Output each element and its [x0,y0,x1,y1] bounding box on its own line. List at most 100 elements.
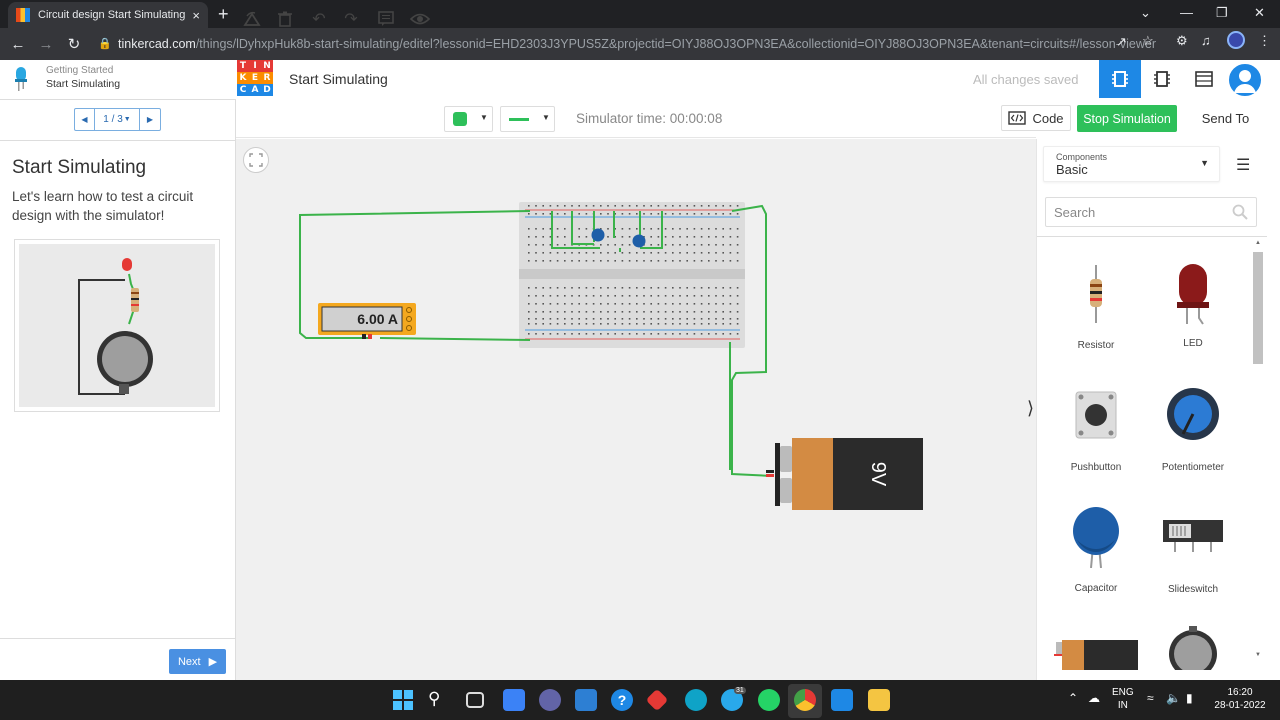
component-label: Pushbutton [1070,462,1122,473]
component-list-view-button[interactable] [1183,60,1225,98]
led-lesson-icon [15,67,27,91]
telegram-badge: 31 [734,687,746,694]
reload-icon[interactable]: ↻ [60,35,88,53]
maximize-icon[interactable]: ❐ [1216,5,1228,21]
teams-chat-icon[interactable] [539,689,561,711]
components-scrollbar[interactable]: ▲ ▼ [1252,240,1264,670]
address-bar[interactable]: 🔒 tinkercad.com/things/lDyhxpHuk8b-start… [90,32,1170,56]
back-icon[interactable]: ← [4,36,32,53]
component-label: Resistor [1077,340,1115,351]
chrome-menu-icon[interactable]: ⋮ [1258,33,1271,49]
lesson-name: Start Simulating [46,78,121,90]
lesson-title: Start Simulating [12,157,147,178]
multimeter-display: 6.00 A [357,311,398,327]
chevron-down-icon: ▼ [1200,158,1209,168]
cloud-icon[interactable]: ☁ [1088,692,1100,705]
tray-chevron-icon[interactable]: ⌃ [1068,692,1078,705]
undo-icon[interactable]: ↶ [309,9,329,29]
new-tab-button[interactable]: + [218,4,229,25]
capacitor-2[interactable] [632,234,646,248]
lesson-header[interactable]: Getting Started Start Simulating [0,60,236,100]
browser-tab[interactable]: Circuit design Start Simulating | T × [8,2,208,28]
component-label: Capacitor [1074,583,1118,594]
store-icon[interactable] [575,689,597,711]
next-step-button[interactable]: ▶ [140,109,160,130]
component-label: Slideswitch [1167,584,1219,595]
vscode-icon[interactable] [831,689,853,711]
widgets-icon[interactable] [503,689,525,711]
lang-bottom: IN [1117,700,1128,711]
user-avatar[interactable] [1227,62,1263,98]
component-led[interactable]: LED [1148,262,1238,349]
divider [1037,236,1267,237]
task-view-icon[interactable] [466,692,484,708]
design-title[interactable]: Start Simulating [289,71,388,87]
code-button[interactable]: Code [1001,105,1071,131]
lesson-section: Getting Started [46,65,114,76]
next-label: Next [177,655,201,668]
previous-step-button[interactable]: ◀ [75,109,95,130]
visibility-icon[interactable] [410,9,430,29]
extensions-icon[interactable]: ⚙ [1176,33,1188,49]
notes-icon[interactable] [376,9,396,29]
logo-letter: N [261,60,273,72]
collapse-panel-icon[interactable]: ⟩ [1027,398,1041,422]
whatsapp-icon[interactable] [758,689,780,711]
next-lesson-button[interactable]: Next ▶ [169,649,226,674]
circuit-view-button[interactable] [1099,60,1141,98]
component-pushbutton[interactable]: Pushbutton [1051,386,1141,473]
component-search-input[interactable]: Search [1045,197,1257,227]
close-tab-icon[interactable]: × [192,8,200,23]
save-status: All changes saved [973,72,1079,87]
schematic-icon [1154,71,1170,87]
stop-simulation-button[interactable]: Stop Simulation [1077,105,1177,132]
capacitor-1[interactable] [591,228,605,242]
user-icon [1234,70,1256,93]
step-pager: ◀ 1 / 3 ▼ ▶ [74,108,161,131]
lock-icon: 🔒 [98,38,112,50]
battery-icon [1054,640,1138,670]
file-explorer-icon[interactable] [868,689,890,711]
delete-icon[interactable] [275,9,295,29]
component-resistor[interactable]: Resistor [1051,265,1141,351]
forward-icon[interactable]: → [32,36,60,53]
schematic-view-button[interactable] [1141,60,1183,98]
divider [0,140,236,141]
tab-search-icon[interactable]: ⌄ [1140,5,1151,21]
logo-letter: T [237,60,249,72]
profile-icon[interactable] [1227,31,1245,49]
component-battery-9v[interactable] [1051,632,1141,670]
minimize-icon[interactable]: — [1180,5,1193,20]
component-capacitor[interactable]: Capacitor [1051,506,1141,594]
list-view-icon[interactable]: ☰ [1236,155,1250,175]
battery-status-icon[interactable]: ▮ [1186,692,1193,705]
search-icon[interactable]: ⚲ [428,689,450,711]
edge-icon[interactable] [685,689,707,711]
windows-start-icon[interactable] [392,689,414,711]
logo-letter: E [249,72,261,84]
media-control-icon[interactable]: ♫ [1201,33,1211,48]
wifi-icon[interactable]: ≈ [1147,692,1154,705]
component-slideswitch[interactable]: Slideswitch [1148,516,1238,595]
clock[interactable]: 16:20 28-01-2022 [1214,686,1266,712]
components-dropdown[interactable]: Components Basic ▼ [1043,146,1220,182]
bookmark-star-icon[interactable]: ☆ [1142,33,1154,49]
volume-icon[interactable]: 🔈 [1166,692,1181,705]
close-window-icon[interactable]: ✕ [1254,5,1265,21]
share-icon[interactable]: ↗ [1116,34,1127,50]
step-select[interactable]: 1 / 3 ▼ [95,109,140,130]
send-to-button[interactable]: Send To [1193,105,1258,131]
redo-icon[interactable]: ↷ [341,9,361,29]
wire-type-select[interactable]: ▼ [500,106,555,132]
browser-tab-title: Circuit design Start Simulating | T [38,9,187,21]
wire-type-icon [509,118,529,121]
component-coin-battery[interactable] [1148,624,1238,670]
components-selected: Basic [1056,162,1088,177]
help-icon[interactable]: ? [611,689,633,711]
tinkercad-logo[interactable]: T I N K E R C A D [237,60,273,96]
component-potentiometer[interactable]: Potentiometer [1148,386,1238,473]
rotate-icon[interactable] [242,9,262,29]
language-indicator[interactable]: ENG IN [1112,686,1134,712]
wire-color-select[interactable]: ▼ [444,106,493,132]
chrome-icon[interactable] [794,689,816,711]
